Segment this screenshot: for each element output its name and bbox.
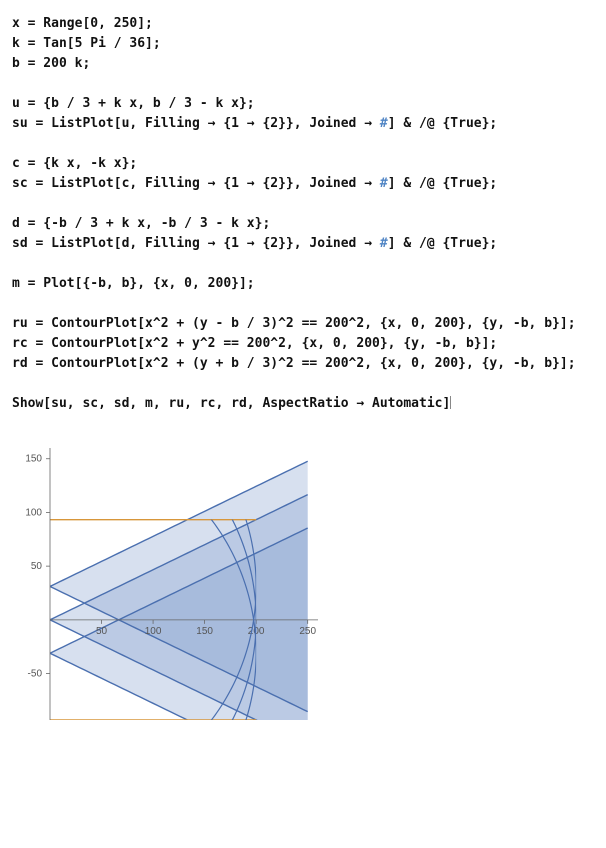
x-tick-label: 150	[196, 626, 213, 637]
code-line: su = ListPlot[u, Filling → {1 → {2}}, Jo…	[12, 114, 594, 134]
code-line: c = {k x, -k x};	[12, 154, 594, 174]
x-tick-label: 100	[145, 626, 162, 637]
code-line: rc = ContourPlot[x^2 + y^2 == 200^2, {x,…	[12, 334, 594, 354]
output-plot: 50100150200250-5050100150	[16, 442, 594, 736]
slot-icon: #	[380, 176, 388, 191]
code-line: sc = ListPlot[c, Filling → {1 → {2}}, Jo…	[12, 174, 594, 194]
code-line: Show[su, sc, sd, m, ru, rc, rd, AspectRa…	[12, 394, 594, 414]
y-tick-label: 50	[31, 561, 43, 572]
slot-icon: #	[380, 116, 388, 131]
code-line: sd = ListPlot[d, Filling → {1 → {2}}, Jo…	[12, 234, 594, 254]
code-line: x = Range[0, 250];	[12, 14, 594, 34]
code-line: u = {b / 3 + k x, b / 3 - k x};	[12, 94, 594, 114]
y-tick-label: -50	[28, 669, 43, 680]
y-tick-label: 100	[25, 507, 42, 518]
input-cell[interactable]: x = Range[0, 250]; k = Tan[5 Pi / 36]; b…	[12, 14, 594, 414]
code-line: d = {-b / 3 + k x, -b / 3 - k x};	[12, 214, 594, 234]
code-line: k = Tan[5 Pi / 36];	[12, 34, 594, 54]
slot-icon: #	[380, 236, 388, 251]
notebook-page: x = Range[0, 250]; k = Tan[5 Pi / 36]; b…	[0, 0, 606, 752]
code-line: m = Plot[{-b, b}, {x, 0, 200}];	[12, 274, 594, 294]
chart: 50100150200250-5050100150	[16, 442, 326, 732]
x-tick-label: 50	[96, 626, 108, 637]
x-tick-label: 250	[299, 626, 316, 637]
y-tick-label: 150	[25, 454, 42, 465]
code-line: b = 200 k;	[12, 54, 594, 74]
code-line: ru = ContourPlot[x^2 + (y - b / 3)^2 == …	[12, 314, 594, 334]
code-line: rd = ContourPlot[x^2 + (y + b / 3)^2 == …	[12, 354, 594, 374]
